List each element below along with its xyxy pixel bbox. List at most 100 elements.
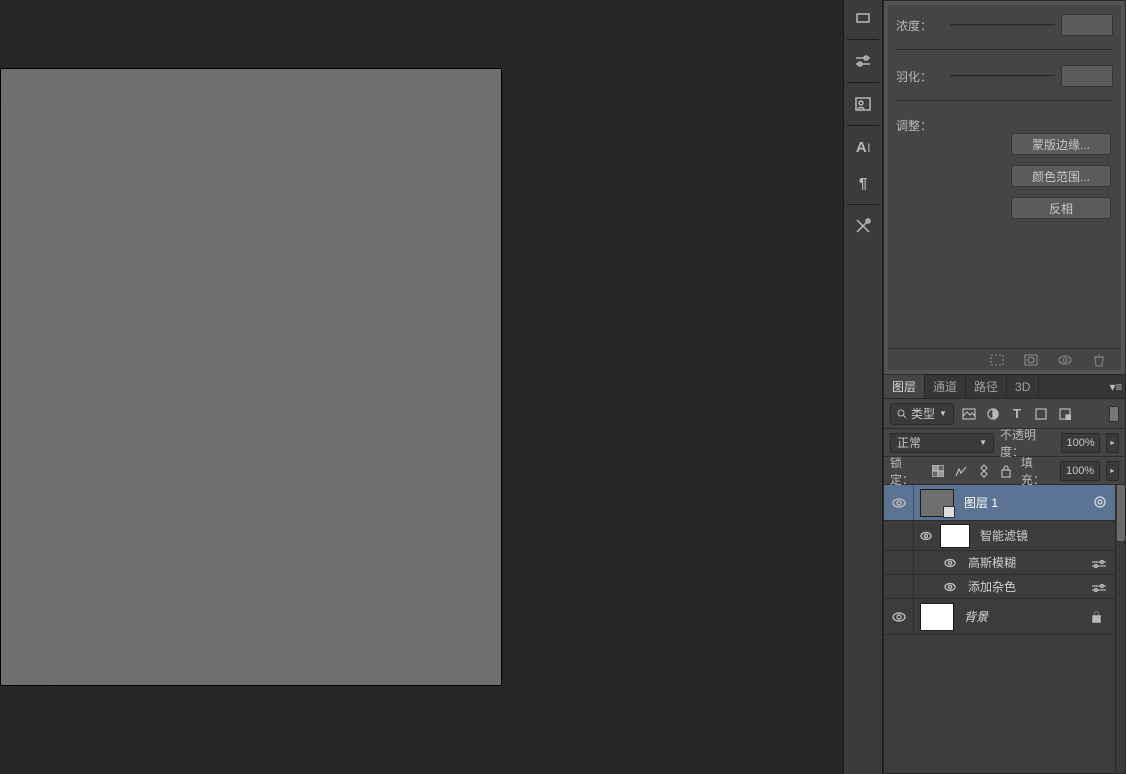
feather-slider[interactable] bbox=[950, 75, 1055, 77]
mask-edge-button[interactable]: 蒙版边缘... bbox=[1011, 133, 1111, 155]
lock-fill-row: 锁定： 填充： 100% ▸ bbox=[884, 457, 1125, 485]
feather-input[interactable] bbox=[1061, 65, 1113, 87]
smart-filters-header-row[interactable]: 智能滤镜 bbox=[884, 521, 1115, 551]
tab-layers[interactable]: 图层 bbox=[884, 375, 925, 398]
paragraph-tool-icon[interactable]: ¶ bbox=[846, 169, 880, 197]
fill-label: 填充： bbox=[1021, 454, 1055, 488]
invert-button[interactable]: 反相 bbox=[1011, 197, 1111, 219]
mask-footer bbox=[888, 348, 1121, 370]
strip-icon-top[interactable] bbox=[846, 4, 880, 32]
tab-paths[interactable]: 路径 bbox=[966, 375, 1007, 398]
canvas-area bbox=[0, 0, 843, 774]
load-selection-icon[interactable] bbox=[989, 353, 1005, 367]
filter-pixel-icon[interactable] bbox=[960, 405, 978, 423]
filter-shape-icon[interactable] bbox=[1032, 405, 1050, 423]
tab-layers-label: 图层 bbox=[892, 378, 916, 395]
opacity-value-input[interactable]: 100% bbox=[1061, 433, 1100, 453]
visibility-toggle[interactable] bbox=[938, 575, 962, 598]
lock-transparency-icon[interactable] bbox=[930, 462, 947, 480]
canvas-document[interactable] bbox=[0, 68, 502, 686]
panel-tabs: 图层 通道 路径 3D ▾≡ bbox=[884, 375, 1125, 399]
layer-name[interactable]: 背景 bbox=[964, 608, 988, 625]
fill-value-input[interactable]: 100% bbox=[1060, 461, 1099, 481]
filter-name: 高斯模糊 bbox=[968, 554, 1016, 571]
visibility-toggle[interactable] bbox=[938, 551, 962, 574]
feather-label: 羽化： bbox=[896, 68, 944, 85]
filter-adjustment-icon[interactable] bbox=[984, 405, 1002, 423]
strip-divider bbox=[847, 39, 879, 40]
lock-position-icon[interactable] bbox=[975, 462, 992, 480]
adjust-buttons: 蒙版边缘... 颜色范围... 反相 bbox=[1011, 133, 1111, 219]
tab-3d[interactable]: 3D bbox=[1007, 375, 1039, 398]
layer-list-inner: 图层 1 智能滤镜 高斯模糊 bbox=[884, 485, 1115, 773]
density-input[interactable] bbox=[1061, 14, 1113, 36]
scrollbar-thumb[interactable] bbox=[1117, 485, 1125, 541]
smart-filter-mask-thumbnail[interactable] bbox=[940, 524, 970, 548]
lock-icon bbox=[1091, 610, 1105, 624]
opacity-dropdown-arrow[interactable]: ▸ bbox=[1106, 433, 1119, 453]
chevron-down-icon: ▼ bbox=[939, 409, 947, 418]
layers-panel: 图层 通道 路径 3D ▾≡ 类型 ▼ T 正常 ▼ 不透明度： bbox=[883, 375, 1126, 774]
lock-image-icon[interactable] bbox=[952, 462, 969, 480]
tab-3d-label: 3D bbox=[1015, 380, 1030, 394]
layer-filter-row: 类型 ▼ T bbox=[884, 399, 1125, 429]
filter-type-icon[interactable]: T bbox=[1008, 405, 1026, 423]
apply-mask-icon[interactable] bbox=[1023, 353, 1039, 367]
filter-toggle-switch[interactable] bbox=[1109, 406, 1119, 422]
filter-blend-options-icon[interactable] bbox=[1091, 558, 1107, 568]
filter-kind-label: 类型 bbox=[911, 405, 935, 422]
blend-mode-value: 正常 bbox=[897, 434, 921, 451]
smart-filter-noise-row[interactable]: 添加杂色 bbox=[884, 575, 1115, 599]
layer-list-scrollbar[interactable] bbox=[1115, 485, 1125, 773]
filter-kind-select[interactable]: 类型 ▼ bbox=[890, 403, 954, 425]
visibility-toggle[interactable] bbox=[914, 521, 938, 550]
filter-smart-icon[interactable] bbox=[1056, 405, 1074, 423]
tab-channels-label: 通道 bbox=[933, 378, 957, 395]
character-tool-icon[interactable]: A| bbox=[846, 133, 880, 161]
tools-cross-icon[interactable] bbox=[846, 212, 880, 240]
sliders-icon[interactable] bbox=[846, 47, 880, 75]
fill-dropdown-arrow[interactable]: ▸ bbox=[1106, 461, 1119, 481]
adjust-label: 调整： bbox=[888, 109, 1121, 134]
strip-divider bbox=[847, 125, 879, 126]
strip-divider bbox=[847, 204, 879, 205]
smart-filters-label: 智能滤镜 bbox=[980, 527, 1028, 544]
divider bbox=[896, 100, 1113, 101]
toggle-mask-icon[interactable] bbox=[1057, 353, 1073, 367]
right-panels-column: 浓度： 羽化： 调整： 蒙版边缘... 颜色范围... 反相 bbox=[883, 0, 1126, 774]
visibility-toggle[interactable] bbox=[884, 599, 914, 634]
side-icon-strip: A| ¶ bbox=[843, 0, 883, 774]
spacer bbox=[884, 521, 914, 550]
layer-list: 图层 1 智能滤镜 高斯模糊 bbox=[884, 485, 1125, 773]
spacer bbox=[884, 575, 914, 598]
layer-row-layer1[interactable]: 图层 1 bbox=[884, 485, 1115, 521]
filter-blend-options-icon[interactable] bbox=[1091, 582, 1107, 592]
color-range-button[interactable]: 颜色范围... bbox=[1011, 165, 1111, 187]
invert-label: 反相 bbox=[1049, 200, 1073, 217]
layer-thumbnail[interactable] bbox=[920, 603, 954, 631]
smart-filter-indicator-icon[interactable] bbox=[1093, 495, 1109, 511]
mask-properties-inner: 浓度： 羽化： 调整： 蒙版边缘... 颜色范围... 反相 bbox=[888, 5, 1121, 370]
blend-mode-select[interactable]: 正常 ▼ bbox=[890, 433, 994, 453]
spacer bbox=[884, 551, 914, 574]
lock-all-icon[interactable] bbox=[998, 462, 1015, 480]
density-slider[interactable] bbox=[950, 24, 1055, 26]
mask-properties-panel: 浓度： 羽化： 调整： 蒙版边缘... 颜色范围... 反相 bbox=[883, 0, 1126, 375]
tab-channels[interactable]: 通道 bbox=[925, 375, 966, 398]
opacity-value: 100% bbox=[1067, 437, 1095, 449]
lock-label: 锁定： bbox=[890, 454, 924, 488]
divider bbox=[896, 49, 1113, 50]
person-card-icon[interactable] bbox=[846, 90, 880, 118]
trash-icon[interactable] bbox=[1091, 353, 1107, 367]
panel-menu-icon[interactable]: ▾≡ bbox=[1107, 375, 1125, 398]
layer-row-background[interactable]: 背景 bbox=[884, 599, 1115, 635]
layer-name[interactable]: 图层 1 bbox=[964, 494, 998, 511]
tab-paths-label: 路径 bbox=[974, 378, 998, 395]
smart-object-badge-icon bbox=[943, 506, 955, 518]
smart-filter-gaussian-row[interactable]: 高斯模糊 bbox=[884, 551, 1115, 575]
density-row: 浓度： bbox=[888, 11, 1121, 39]
mask-edge-label: 蒙版边缘... bbox=[1032, 136, 1090, 153]
visibility-toggle[interactable] bbox=[884, 485, 914, 520]
layer-thumbnail[interactable] bbox=[920, 489, 954, 517]
filter-name: 添加杂色 bbox=[968, 578, 1016, 595]
